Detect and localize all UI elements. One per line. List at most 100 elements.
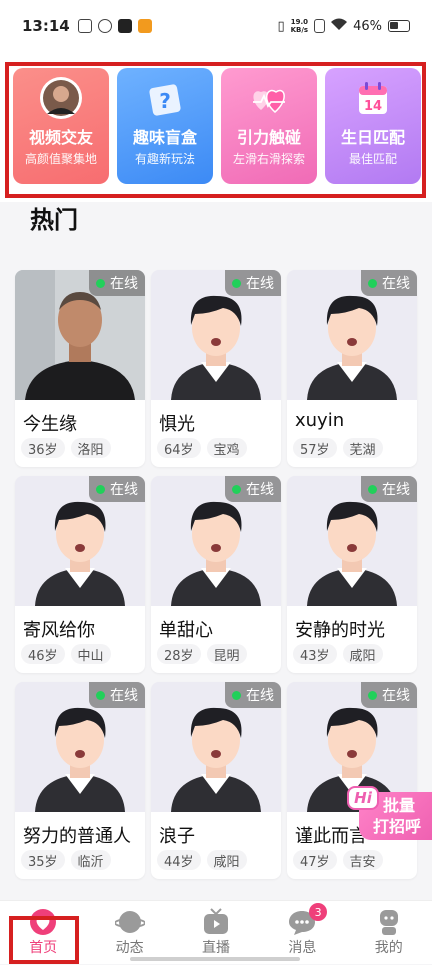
mystery-box-icon: ?: [149, 84, 181, 116]
online-dot-icon: [368, 484, 377, 494]
tab-label: 动态: [115, 940, 144, 956]
online-label: 在线: [246, 276, 274, 292]
feature-row: 视频交友 高颜值聚集地 ? 趣味盲盒 有趣新玩法 引力触碰 左滑右滑探索 14 …: [13, 68, 421, 184]
gravity-touch-card[interactable]: 引力触碰 左滑右滑探索: [221, 68, 317, 184]
user-card[interactable]: 在线 努力的普通人 35岁 临沂: [15, 682, 145, 879]
tab-live[interactable]: 直播: [173, 901, 259, 965]
user-tags: 43岁 咸阳: [293, 644, 383, 664]
blind-box-card[interactable]: ? 趣味盲盒 有趣新玩法: [117, 68, 213, 184]
age-tag: 35岁: [21, 850, 65, 870]
feature-subtitle: 左滑右滑探索: [232, 152, 305, 166]
user-tags: 46岁 中山: [21, 644, 111, 664]
status-bar: 13:14 ▯ 19.0 KB/s 46%: [0, 0, 432, 52]
feature-title: 视频交友: [28, 128, 93, 147]
tiktok-icon: [117, 19, 132, 33]
birthday-match-card[interactable]: 14 生日匹配 最佳匹配: [325, 68, 421, 184]
wifi-icon: [331, 18, 348, 34]
avatar-portrait-icon: [40, 77, 82, 119]
feature-subtitle: 高颜值聚集地: [24, 152, 97, 166]
user-photo: 在线: [287, 476, 417, 606]
user-tags: 36岁 洛阳: [21, 438, 111, 458]
battery-percent: 46%: [353, 18, 382, 34]
online-badge: 在线: [361, 476, 417, 502]
age-tag: 36岁: [21, 438, 65, 458]
user-photo: 在线: [151, 270, 281, 400]
user-card[interactable]: 在线惧光 64岁 宝鸡: [151, 270, 281, 467]
online-badge: 在线: [225, 270, 281, 296]
user-photo: 在线: [151, 476, 281, 606]
user-photo: 在线: [15, 682, 145, 812]
tab-messages[interactable]: 3 消息: [259, 901, 345, 965]
tab-moments[interactable]: 动态: [86, 901, 172, 965]
feature-title: 引力触碰: [236, 128, 301, 147]
online-badge: 在线: [89, 476, 145, 502]
home-indicator: [130, 957, 300, 961]
planet-icon: [114, 911, 145, 933]
age-tag: 46岁: [21, 644, 65, 664]
user-name: 惧光: [159, 414, 195, 435]
user-photo: 在线: [15, 270, 145, 400]
city-tag: 洛阳: [70, 438, 111, 458]
video-dating-card[interactable]: 视频交友 高颜值聚集地: [13, 68, 109, 184]
calendar-icon: 14: [359, 82, 387, 114]
user-name: xuyin: [295, 410, 345, 431]
feature-title: 生日匹配: [340, 128, 405, 147]
highlight-frame: [9, 916, 79, 964]
user-tags: 28岁 昆明: [157, 644, 247, 664]
user-name: 浪子: [159, 826, 195, 847]
online-dot-icon: [232, 278, 241, 288]
online-label: 在线: [110, 276, 138, 292]
online-badge: 在线: [225, 682, 281, 708]
online-label: 在线: [382, 276, 410, 292]
status-time: 13:14: [22, 17, 70, 35]
online-label: 在线: [110, 482, 138, 498]
user-card[interactable]: 在线单甜心 28岁 昆明: [151, 476, 281, 673]
feature-subtitle: 有趣新玩法: [134, 152, 195, 166]
user-photo: 在线: [151, 682, 281, 812]
city-tag: 中山: [70, 644, 111, 664]
user-tags: 57岁 芜湖: [293, 438, 383, 458]
age-tag: 43岁: [293, 644, 337, 664]
tab-label: 直播: [201, 940, 230, 956]
batch-greet-button[interactable]: 批量 打招呼 Hi: [345, 786, 432, 844]
battery-icon: [388, 20, 410, 32]
user-card[interactable]: 在线 xuyin 57岁 芜湖: [287, 270, 417, 467]
user-name: 今生缘: [23, 414, 77, 435]
city-tag: 芜湖: [342, 438, 383, 458]
age-tag: 28岁: [157, 644, 201, 664]
user-tags: 64岁 宝鸡: [157, 438, 247, 458]
user-tags: 47岁 吉安: [293, 850, 383, 870]
city-tag: 昆明: [206, 644, 247, 664]
batch-greet-line1: 批量: [383, 796, 416, 815]
online-badge: 在线: [89, 270, 145, 296]
section-title: 热门: [30, 206, 78, 234]
user-card[interactable]: 在线 寄风给你 46岁 中山: [15, 476, 145, 673]
user-name: 安静的时光: [295, 620, 385, 641]
online-badge: 在线: [361, 682, 417, 708]
feature-title: 趣味盲盒: [132, 128, 197, 147]
user-photo: 在线: [15, 476, 145, 606]
user-card[interactable]: 在线浪子 44岁 咸阳: [151, 682, 281, 879]
online-dot-icon: [96, 690, 105, 700]
age-tag: 44岁: [157, 850, 201, 870]
online-dot-icon: [368, 690, 377, 700]
online-dot-icon: [96, 278, 105, 288]
online-badge: 在线: [361, 270, 417, 296]
notification-app-icon: [77, 19, 92, 33]
user-card[interactable]: 在线今生缘 36岁 洛阳: [15, 270, 145, 467]
tab-label: 消息: [288, 940, 317, 956]
user-tags: 44岁 咸阳: [157, 850, 247, 870]
tab-me[interactable]: 我的: [346, 901, 432, 965]
user-card[interactable]: 在线安静的时光 43岁 咸阳: [287, 476, 417, 673]
tab-label: 我的: [374, 940, 403, 956]
app-badge-icon: [137, 19, 152, 33]
user-card[interactable]: 在线 谨此而言 47岁 吉安: [287, 682, 417, 879]
vibrate-icon: ▯: [277, 18, 285, 34]
online-badge: 在线: [89, 682, 145, 708]
user-photo: 在线: [287, 270, 417, 400]
batch-greet-line2: 打招呼: [373, 817, 422, 836]
user-name: 单甜心: [159, 620, 213, 641]
city-tag: 咸阳: [342, 644, 383, 664]
online-dot-icon: [232, 484, 241, 494]
no-sim-icon: [314, 19, 326, 33]
